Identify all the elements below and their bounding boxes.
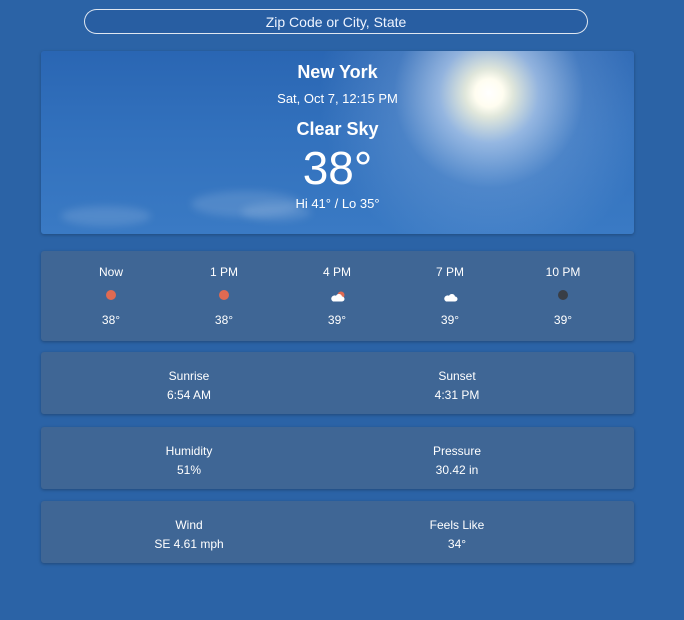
hour-time: 1 PM [209, 265, 238, 279]
atmosphere-card: Humidity 51% Pressure 30.42 in [41, 427, 634, 489]
wind-card: Wind SE 4.61 mph Feels Like 34° [41, 501, 634, 563]
feels-like-label: Feels Like [429, 518, 485, 532]
partly-cloudy-icon [331, 289, 345, 302]
hour-temp: 38° [101, 313, 121, 327]
pressure-label: Pressure [432, 444, 482, 458]
hi-lo-temperature: Hi 41° / Lo 35° [295, 196, 380, 211]
hour-time: 10 PM [545, 265, 581, 279]
sunset-value: 4:31 PM [434, 388, 480, 402]
hour-temp: 39° [440, 313, 460, 327]
wind-label: Wind [175, 518, 203, 532]
sunrise-label: Sunrise [168, 369, 210, 383]
humidity-label: Humidity [165, 444, 213, 458]
search-input[interactable] [85, 10, 587, 33]
current-temperature: 38° [302, 142, 373, 194]
hour-time: Now [98, 265, 123, 279]
feels-like-value: 34° [447, 537, 467, 551]
cloud-icon [444, 289, 458, 302]
current-weather-card: New York Sat, Oct 7, 12:15 PM Clear Sky … [41, 51, 634, 234]
hourly-forecast: Now 38° 1 PM 38° 4 PM 39° 7 PM 39° 10 PM… [41, 251, 634, 341]
weather-condition: Clear Sky [296, 119, 379, 139]
wind-value: SE 4.61 mph [154, 537, 224, 551]
pressure-value: 30.42 in [435, 463, 479, 477]
sunset-label: Sunset [438, 369, 476, 383]
current-datetime: Sat, Oct 7, 12:15 PM [277, 91, 398, 106]
moon-icon [557, 289, 569, 301]
sun-icon [218, 289, 230, 301]
sun-icon [105, 289, 117, 301]
humidity-value: 51% [176, 463, 202, 477]
hour-time: 7 PM [435, 265, 464, 279]
sun-times-card: Sunrise 6:54 AM Sunset 4:31 PM [41, 352, 634, 414]
hour-time: 4 PM [322, 265, 351, 279]
search-box[interactable] [84, 9, 588, 34]
hour-temp: 39° [327, 313, 347, 327]
sunrise-value: 6:54 AM [166, 388, 212, 402]
city-name: New York [297, 62, 378, 82]
hour-temp: 39° [553, 313, 573, 327]
hour-temp: 38° [214, 313, 234, 327]
